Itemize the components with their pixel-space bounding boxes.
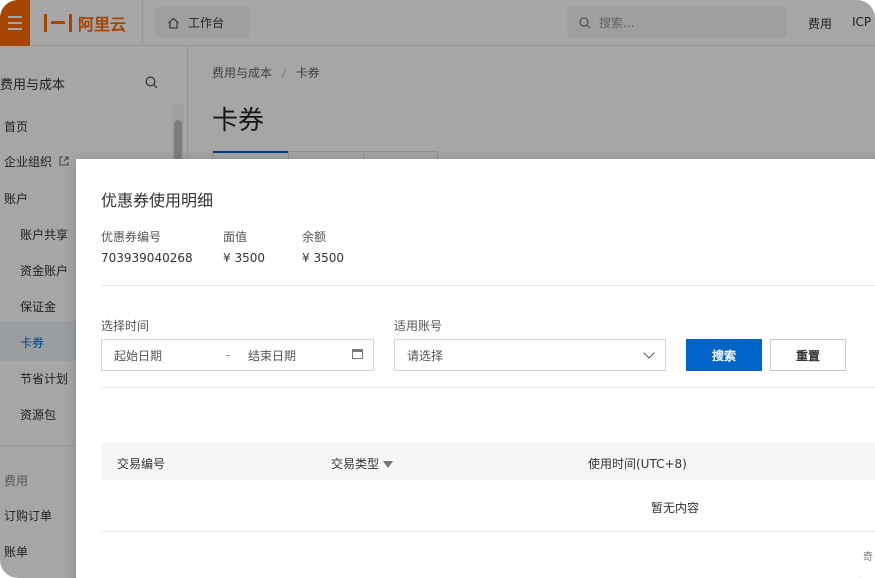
column-header-transaction-id: 交易编号 [117, 457, 166, 471]
coupon-id-label: 优惠券编号 [101, 230, 162, 244]
divider [101, 531, 875, 532]
empty-state-text: 暂无内容 [651, 501, 700, 515]
dialog-title: 优惠券使用明细 [101, 191, 214, 210]
column-header-label: 交易类型 [331, 457, 380, 471]
table-header: 交易编号 交易类型 使用时间(UTC+8) [101, 443, 875, 480]
column-header-usage-time: 使用时间(UTC+8) [588, 457, 687, 471]
calendar-icon[interactable] [352, 349, 363, 359]
filter-icon[interactable] [383, 461, 394, 468]
truncated-text: 奇 [863, 552, 873, 563]
end-date-input[interactable]: 结束日期 [248, 347, 296, 364]
column-header-transaction-type: 交易类型 [331, 455, 394, 472]
account-select-placeholder: 请选择 [407, 348, 444, 363]
chevron-down-icon [643, 347, 655, 359]
date-range-picker[interactable]: 起始日期 - 结束日期 [101, 339, 374, 371]
account-select[interactable]: 请选择 [394, 339, 666, 371]
range-separator: - [226, 348, 231, 362]
coupon-usage-dialog: 优惠券使用明细 优惠券编号 703939040268 面值 ¥ 3500 余额 … [76, 159, 875, 578]
divider [101, 387, 875, 388]
coupon-id-value: 703939040268 [101, 251, 193, 265]
divider [101, 285, 875, 286]
app-window: 阿里云 工作台 搜索... 费用 ICP 费用与成本 首页 企业组织 账户 账户… [0, 0, 875, 578]
face-value-value: ¥ 3500 [223, 251, 265, 265]
face-value-label: 面值 [223, 230, 248, 244]
account-label: 适用账号 [394, 319, 443, 333]
balance-label: 余额 [302, 230, 327, 244]
balance-value: ¥ 3500 [302, 251, 344, 265]
reset-button[interactable]: 重置 [770, 339, 846, 371]
start-date-input[interactable]: 起始日期 [114, 347, 162, 364]
time-label: 选择时间 [101, 319, 150, 333]
search-button[interactable]: 搜索 [686, 339, 762, 371]
